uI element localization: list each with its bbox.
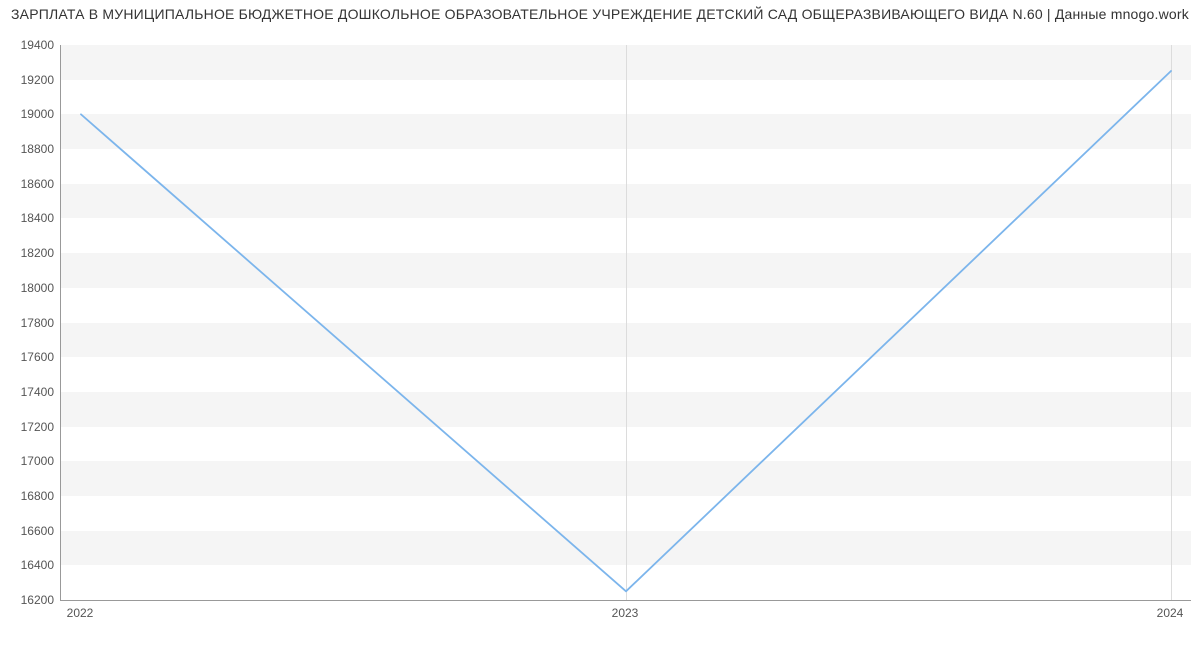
y-tick-label: 18400 <box>4 211 54 225</box>
y-tick-label: 18800 <box>4 142 54 156</box>
y-tick-label: 17800 <box>4 316 54 330</box>
y-tick-label: 17200 <box>4 420 54 434</box>
y-tick-label: 17400 <box>4 385 54 399</box>
y-tick-label: 18200 <box>4 246 54 260</box>
salary-chart: ЗАРПЛАТА В МУНИЦИПАЛЬНОЕ БЮДЖЕТНОЕ ДОШКО… <box>0 0 1200 650</box>
plot-area <box>60 45 1191 601</box>
y-tick-label: 17000 <box>4 454 54 468</box>
y-tick-label: 19400 <box>4 38 54 52</box>
y-tick-label: 16800 <box>4 489 54 503</box>
line-series <box>61 45 1191 600</box>
y-tick-label: 19000 <box>4 107 54 121</box>
y-tick-label: 16200 <box>4 593 54 607</box>
x-tick-label: 2022 <box>67 606 94 620</box>
chart-title: ЗАРПЛАТА В МУНИЦИПАЛЬНОЕ БЮДЖЕТНОЕ ДОШКО… <box>0 6 1200 22</box>
y-tick-label: 19200 <box>4 73 54 87</box>
x-tick-label: 2024 <box>1157 606 1184 620</box>
y-tick-label: 16600 <box>4 524 54 538</box>
y-tick-label: 18600 <box>4 177 54 191</box>
x-tick-label: 2023 <box>612 606 639 620</box>
y-tick-label: 16400 <box>4 558 54 572</box>
y-tick-label: 18000 <box>4 281 54 295</box>
y-tick-label: 17600 <box>4 350 54 364</box>
